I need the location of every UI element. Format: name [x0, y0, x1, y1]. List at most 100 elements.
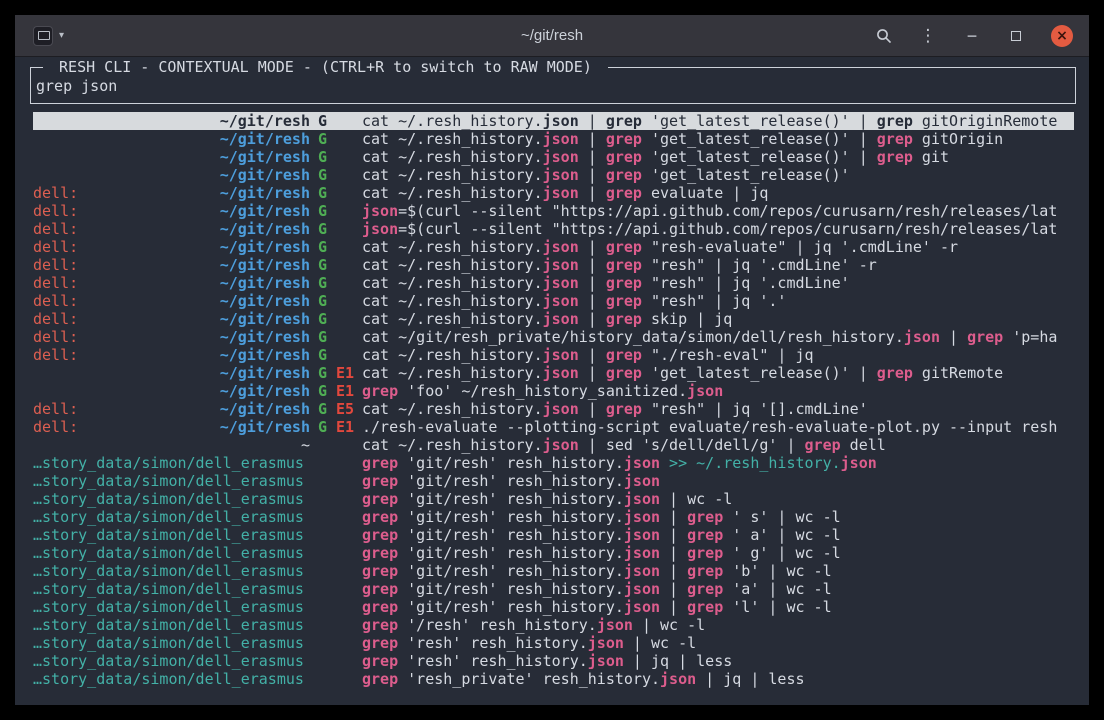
terminal-window: ▾ ~/git/resh ⋮ − × RESH CLI - CONTEXTUAL…: [15, 15, 1089, 705]
row-flag-G: G: [318, 292, 327, 310]
history-row[interactable]: ~/git/reshGE1cat ~/.resh_history.json | …: [33, 364, 1074, 382]
row-directory: ~/git/resh: [220, 112, 310, 130]
history-row[interactable]: …story_data/simon/dell_erasmusgrep 'git/…: [33, 562, 1074, 580]
row-command: grep 'git/resh' resh_history.json | grep…: [362, 544, 1074, 562]
row-command: json=$(curl --silent "https://api.github…: [362, 202, 1074, 220]
menu-kebab-icon[interactable]: ⋮: [919, 27, 937, 45]
row-flags: G: [318, 328, 362, 346]
row-host: …story_data/simon/dell_erasmus: [33, 598, 304, 616]
history-row[interactable]: dell:~/git/reshGcat ~/.resh_history.json…: [33, 256, 1074, 274]
history-row[interactable]: …story_data/simon/dell_erasmusgrep 'git/…: [33, 508, 1074, 526]
row-context: …story_data/simon/dell_erasmus: [33, 652, 310, 670]
history-row[interactable]: ~/git/reshGcat ~/.resh_history.json | gr…: [33, 166, 1074, 184]
history-row[interactable]: dell:~/git/reshGcat ~/git/resh_private/h…: [33, 328, 1074, 346]
row-flags: G: [318, 292, 362, 310]
row-command: grep 'git/resh' resh_history.json | wc -…: [362, 490, 1074, 508]
row-host: dell:: [33, 328, 78, 346]
row-flags: [318, 544, 362, 562]
history-row[interactable]: …story_data/simon/dell_erasmusgrep 'resh…: [33, 670, 1074, 688]
row-host: dell:: [33, 274, 78, 292]
row-command: grep 'git/resh' resh_history.json >> ~/.…: [362, 454, 1074, 472]
row-flags: G: [318, 130, 362, 148]
row-command: grep 'git/resh' resh_history.json | grep…: [362, 508, 1074, 526]
history-row[interactable]: dell:~/git/reshGcat ~/.resh_history.json…: [33, 274, 1074, 292]
new-tab-button[interactable]: ▾: [33, 26, 64, 46]
history-row[interactable]: …story_data/simon/dell_erasmusgrep 'git/…: [33, 526, 1074, 544]
history-row[interactable]: dell:~/git/reshGcat ~/.resh_history.json…: [33, 184, 1074, 202]
row-host: …story_data/simon/dell_erasmus: [33, 580, 304, 598]
row-flag-G: G: [318, 238, 327, 256]
row-flags: [318, 454, 362, 472]
row-flag-G: G: [318, 256, 327, 274]
history-row[interactable]: dell:~/git/reshGjson=$(curl --silent "ht…: [33, 202, 1074, 220]
history-row[interactable]: …story_data/simon/dell_erasmusgrep 'git/…: [33, 454, 1074, 472]
row-flag-G: G: [318, 130, 327, 148]
row-context: ~/git/resh: [33, 148, 310, 166]
history-row[interactable]: dell:~/git/reshGjson=$(curl --silent "ht…: [33, 220, 1074, 238]
history-row[interactable]: …story_data/simon/dell_erasmusgrep 'git/…: [33, 472, 1074, 490]
history-row[interactable]: ~cat ~/.resh_history.json | sed 's/dell/…: [33, 436, 1074, 454]
row-flag-G: G: [318, 166, 327, 184]
row-flag-G: G: [318, 382, 327, 400]
maximize-icon: [1011, 31, 1021, 41]
history-row[interactable]: …story_data/simon/dell_erasmusgrep 'git/…: [33, 598, 1074, 616]
row-context: dell:~/git/resh: [33, 238, 310, 256]
row-host: dell:: [33, 418, 78, 436]
row-flags: [318, 598, 362, 616]
history-row[interactable]: ~/git/reshGE1grep 'foo' ~/resh_history_s…: [33, 382, 1074, 400]
history-row[interactable]: ~/git/reshGcat ~/.resh_history.json | gr…: [33, 148, 1074, 166]
search-query-input[interactable]: grep json: [36, 77, 1067, 95]
row-command: ./resh-evaluate --plotting-script evalua…: [362, 418, 1074, 436]
row-command: cat ~/.resh_history.json | grep evaluate…: [362, 184, 1074, 202]
history-row[interactable]: ~/git/reshGcat ~/.resh_history.json | gr…: [33, 130, 1074, 148]
row-context: …story_data/simon/dell_erasmus: [33, 634, 310, 652]
close-button[interactable]: ×: [1051, 25, 1073, 47]
history-row[interactable]: …story_data/simon/dell_erasmusgrep 'resh…: [33, 652, 1074, 670]
history-row[interactable]: …story_data/simon/dell_erasmusgrep '/res…: [33, 616, 1074, 634]
history-row[interactable]: dell:~/git/reshGE5cat ~/.resh_history.js…: [33, 400, 1074, 418]
row-host: …story_data/simon/dell_erasmus: [33, 652, 304, 670]
history-row[interactable]: dell:~/git/resh Gcat ~/.resh_history.json…: [33, 238, 1074, 256]
history-row[interactable]: …story_data/simon/dell_erasmus grep 'git/…: [33, 580, 1074, 598]
row-context: …story_data/simon/dell_erasmus: [33, 580, 310, 598]
row-command: grep 'resh_private' resh_history.json | …: [362, 670, 1074, 688]
row-command: cat ~/.resh_history.json | grep 'get_lat…: [362, 112, 1074, 130]
history-row[interactable]: …story_data/simon/dell_erasmusgrep 'git/…: [33, 490, 1074, 508]
history-row[interactable]: …story_data/simon/dell_erasmusgrep 'resh…: [33, 634, 1074, 652]
row-flags: GE1: [318, 418, 362, 436]
row-context: dell:~/git/resh: [33, 292, 310, 310]
row-context: dell:~/git/resh: [33, 220, 310, 238]
row-command: grep 'git/resh' resh_history.json | grep…: [362, 580, 1074, 598]
row-flags: G: [318, 202, 362, 220]
row-flag-E1: E1: [336, 364, 354, 382]
row-context: …story_data/simon/dell_erasmus: [33, 562, 310, 580]
row-context: dell:~/git/resh: [33, 418, 310, 436]
row-command: cat ~/.resh_history.json | grep "resh-ev…: [362, 238, 1074, 256]
row-flags: [318, 472, 362, 490]
row-context: ~/git/resh: [33, 166, 310, 184]
row-flag-G: G: [318, 220, 327, 238]
row-command: cat ~/.resh_history.json | grep "resh" |…: [362, 274, 1074, 292]
row-command: grep 'git/resh' resh_history.json | grep…: [362, 526, 1074, 544]
row-context: dell:~/git/resh: [33, 328, 310, 346]
minimize-button[interactable]: −: [963, 27, 981, 45]
maximize-button[interactable]: [1007, 27, 1025, 45]
row-directory: ~/git/resh: [220, 274, 310, 292]
search-icon[interactable]: [875, 27, 893, 45]
row-command: cat ~/.resh_history.json | grep "resh" |…: [362, 256, 1074, 274]
row-flag-G: G: [318, 148, 327, 166]
history-row[interactable]: dell:~/git/reshGcat ~/.resh_history.json…: [33, 292, 1074, 310]
resh-search-box: RESH CLI - CONTEXTUAL MODE - (CTRL+R to …: [30, 67, 1076, 104]
history-row[interactable]: ~/git/reshGcat ~/.resh_history.json | gr…: [33, 112, 1074, 130]
history-row[interactable]: dell:~/git/reshGcat ~/.resh_history.json…: [33, 310, 1074, 328]
row-command: cat ~/.resh_history.json | sed 's/dell/d…: [362, 436, 1074, 454]
row-flags: [318, 436, 362, 454]
row-command: grep 'git/resh' resh_history.json: [362, 472, 1074, 490]
history-row[interactable]: …story_data/simon/dell_erasmusgrep 'git/…: [33, 544, 1074, 562]
row-directory: ~/git/resh: [220, 148, 310, 166]
row-flags: GE5: [318, 400, 362, 418]
history-row[interactable]: dell:~/git/resh GE1./resh-evaluate --plot…: [33, 418, 1074, 436]
history-row[interactable]: dell:~/git/reshGcat ~/.resh_history.json…: [33, 346, 1074, 364]
row-flags: [318, 580, 362, 598]
row-flags: G: [318, 238, 362, 256]
